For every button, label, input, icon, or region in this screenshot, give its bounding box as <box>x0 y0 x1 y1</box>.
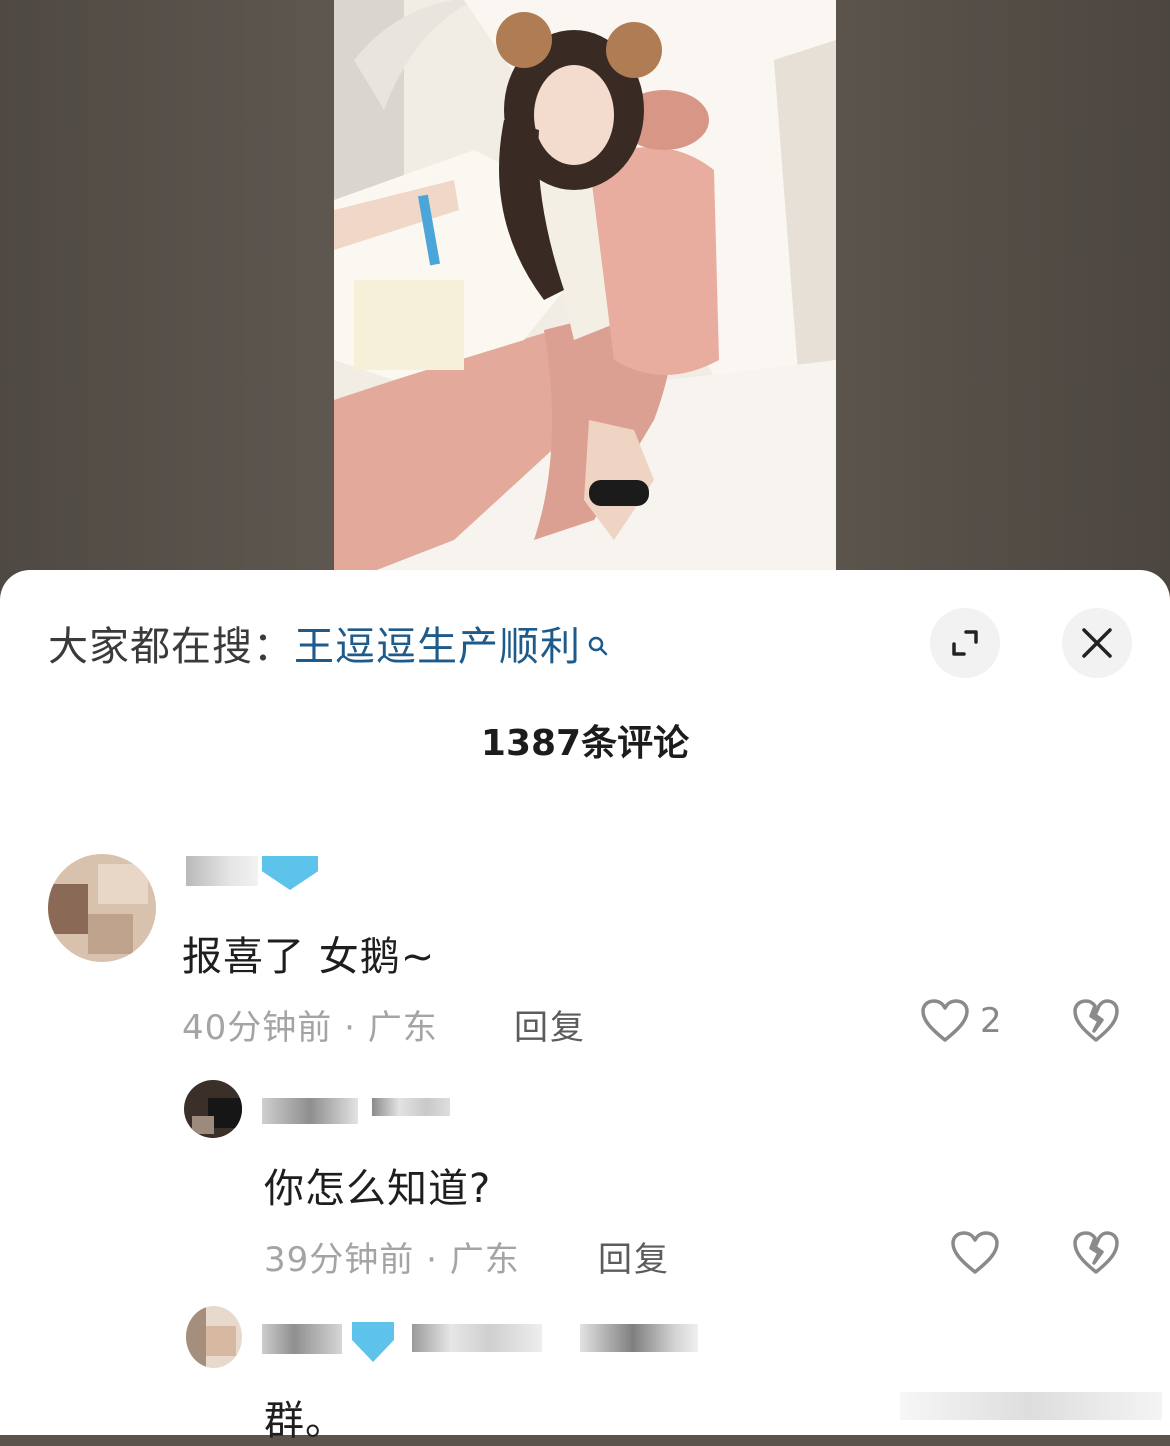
search-icon[interactable] <box>587 621 609 656</box>
username-redacted <box>372 1098 450 1116</box>
reply-button[interactable]: 回复 <box>514 1000 586 1049</box>
avatar[interactable] <box>48 854 156 962</box>
username-redacted <box>412 1324 542 1352</box>
avatar[interactable] <box>186 1306 242 1368</box>
comment-sheet: 大家都在搜： 王逗逗生产顺利 1387条评论 报喜了 女鹅~ 40分钟前 · 广… <box>0 570 1170 1444</box>
reply-text: 群。 <box>264 1398 346 1444</box>
heart-icon <box>921 999 969 1042</box>
search-suggestion[interactable]: 大家都在搜： 王逗逗生产顺利 <box>48 616 609 670</box>
comment-count-title: 1387条评论 <box>480 723 690 764</box>
username-redacted[interactable] <box>186 856 258 886</box>
meta-separator: · <box>344 1008 356 1048</box>
comment-meta: 40分钟前 · 广东 <box>182 1000 438 1049</box>
expand-icon <box>952 630 978 656</box>
username-redacted[interactable] <box>262 1098 358 1124</box>
search-suggestion-term[interactable]: 王逗逗生产顺利 <box>294 614 581 672</box>
expand-button[interactable] <box>930 608 1000 678</box>
post-photo-illustration <box>334 0 836 575</box>
avatar[interactable] <box>184 1080 242 1138</box>
reply-text: 你怎么知道? <box>264 1166 492 1212</box>
broken-heart-icon <box>1073 999 1119 1042</box>
like-count: 2 <box>980 1001 1002 1041</box>
reply-button[interactable]: 回复 <box>598 1232 670 1281</box>
user-badge-icon <box>352 1322 394 1362</box>
comment-text: 报喜了 女鹅~ <box>182 934 436 980</box>
like-button[interactable] <box>950 1230 1000 1276</box>
comment-location: 广东 <box>367 1008 438 1048</box>
dislike-button[interactable] <box>1072 998 1120 1048</box>
reply-meta: 39分钟前 · 广东 <box>264 1232 520 1281</box>
close-icon <box>1082 628 1112 658</box>
like-button[interactable]: 2 <box>920 998 1002 1044</box>
username-redacted <box>580 1324 698 1352</box>
dislike-button[interactable] <box>1072 1230 1120 1280</box>
username-redacted[interactable] <box>262 1324 342 1354</box>
user-badge-icon <box>262 856 318 890</box>
search-suggestion-prefix: 大家都在搜： <box>48 624 294 670</box>
close-button[interactable] <box>1062 608 1132 678</box>
meta-separator: · <box>426 1240 438 1280</box>
reply-location: 广东 <box>449 1240 520 1280</box>
post-photo[interactable] <box>334 0 836 575</box>
heart-icon <box>951 1231 999 1274</box>
broken-heart-icon <box>1073 1231 1119 1274</box>
comment-time: 40分钟前 <box>182 1008 333 1048</box>
reply-time: 39分钟前 <box>264 1240 415 1280</box>
watermark <box>900 1392 1162 1420</box>
